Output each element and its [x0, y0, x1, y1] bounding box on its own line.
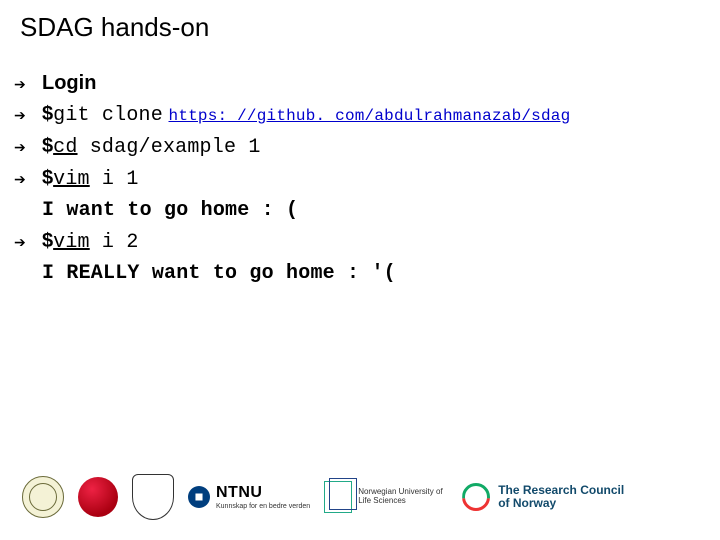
dollar-sign: $ — [42, 135, 53, 157]
content1-text: I want to go home : ( — [42, 197, 298, 224]
file-content-1: I want to go home : ( — [14, 197, 704, 224]
bullet-git-clone: ➔ $git clone https: //github. com/abdulr… — [14, 101, 704, 129]
ntnu-name: NTNU — [216, 485, 310, 501]
vim2-arg: i 2 — [90, 231, 139, 254]
vim2-line: $vim i 2 — [42, 228, 139, 256]
bullet-vim-1: ➔ $vim i 1 — [14, 165, 704, 193]
git-url-link[interactable]: https: //github. com/abdulrahmanazab/sda… — [169, 107, 571, 125]
dollar-sign: $ — [42, 230, 53, 252]
bullet-icon: ➔ — [14, 229, 42, 252]
cd-arg: sdag/example 1 — [78, 136, 261, 159]
uib-crest-icon — [132, 474, 174, 520]
bullet-spacer — [14, 274, 42, 278]
rcn-name: The Research Council of Norway — [498, 484, 624, 510]
bullet-spacer — [14, 211, 42, 215]
dollar-sign: $ — [42, 103, 53, 125]
footer-logos: NTNU Kunnskap for en bedre verden Norweg… — [22, 474, 698, 520]
cd-command: cd — [53, 136, 77, 159]
uio-seal-icon — [22, 476, 64, 518]
nmbu-logo: Norwegian University of Life Sciences — [324, 481, 448, 513]
bullet-icon: ➔ — [14, 102, 42, 125]
vim1-arg: i 1 — [90, 168, 139, 191]
rcn-mark-icon — [462, 483, 490, 511]
git-command: git clone — [53, 104, 163, 127]
file-content-2: I REALLY want to go home : '( — [14, 260, 704, 287]
vim-command: vim — [53, 168, 90, 191]
ntnu-logo: NTNU Kunnskap for en bedre verden — [188, 485, 310, 510]
bullet-login: ➔ Login — [14, 70, 704, 97]
ntnu-mark-icon — [188, 486, 210, 508]
cd-line: $cd sdag/example 1 — [42, 133, 261, 161]
ntnu-text: NTNU Kunnskap for en bedre verden — [216, 485, 310, 510]
slide-title: SDAG hands-on — [20, 12, 209, 43]
bullet-vim-2: ➔ $vim i 2 — [14, 228, 704, 256]
text-login: Login — [42, 70, 96, 97]
vim1-line: $vim i 1 — [42, 165, 139, 193]
content2-text: I REALLY want to go home : '( — [42, 260, 396, 287]
rcn-logo: The Research Council of Norway — [462, 483, 624, 511]
bullet-icon: ➔ — [14, 134, 42, 157]
rcn-line2: of Norway — [498, 497, 624, 510]
vim-command: vim — [53, 231, 90, 254]
nmbu-name: Norwegian University of Life Sciences — [358, 488, 448, 506]
ntnu-tagline: Kunnskap for en bedre verden — [216, 503, 310, 510]
nmbu-mark-icon — [324, 481, 352, 513]
slide-body: ➔ Login ➔ $git clone https: //github. co… — [14, 70, 704, 291]
uit-logo-icon — [78, 477, 118, 517]
git-line: $git clone https: //github. com/abdulrah… — [42, 101, 570, 129]
dollar-sign: $ — [42, 167, 53, 189]
bullet-icon: ➔ — [14, 166, 42, 189]
bullet-cd: ➔ $cd sdag/example 1 — [14, 133, 704, 161]
bullet-icon: ➔ — [14, 71, 42, 94]
